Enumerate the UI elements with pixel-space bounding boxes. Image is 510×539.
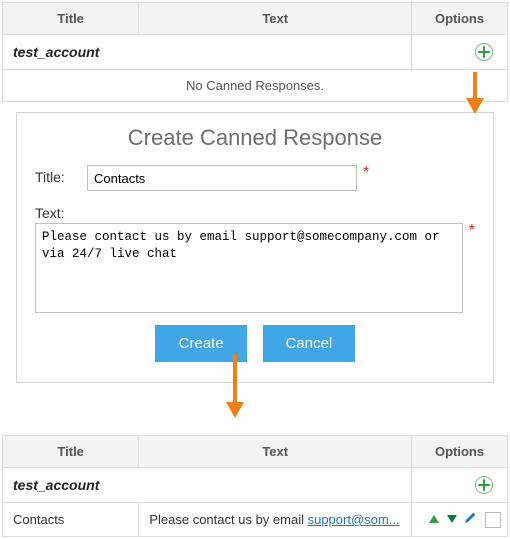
form-heading: Create Canned Response: [35, 125, 475, 151]
col-header-options: Options: [412, 3, 508, 35]
account-name: test_account: [3, 468, 412, 503]
empty-message: No Canned Responses.: [3, 70, 508, 102]
cancel-button[interactable]: Cancel: [263, 325, 355, 362]
move-up-button[interactable]: [428, 512, 440, 527]
move-down-button[interactable]: [446, 512, 458, 527]
select-checkbox[interactable]: [485, 512, 501, 528]
title-input[interactable]: [87, 165, 357, 191]
cell-text: Please contact us by email support@som..…: [139, 503, 412, 537]
col-header-options: Options: [412, 436, 508, 468]
plus-icon: [478, 479, 490, 491]
cell-title: Contacts: [3, 503, 139, 537]
plus-icon: [478, 46, 490, 58]
arrow-annotation-1: [462, 70, 488, 116]
responses-table-empty: Title Text Options test_account No Canne…: [2, 2, 508, 102]
text-textarea[interactable]: [35, 223, 463, 313]
col-header-text: Text: [139, 3, 412, 35]
responses-table-filled: Title Text Options test_account Contacts: [2, 435, 508, 537]
edit-button[interactable]: [463, 511, 477, 528]
required-marker: *: [363, 165, 369, 181]
caret-down-icon: [446, 514, 458, 524]
text-label: Text:: [35, 201, 87, 221]
col-header-title: Title: [3, 436, 139, 468]
add-response-button[interactable]: [475, 43, 493, 61]
add-response-button[interactable]: [475, 476, 493, 494]
title-label: Title:: [35, 165, 87, 185]
arrow-annotation-2: [222, 352, 248, 422]
col-header-title: Title: [3, 3, 139, 35]
pencil-icon: [463, 511, 477, 525]
required-marker: *: [469, 223, 475, 239]
account-name: test_account: [3, 35, 412, 70]
table-row: Contacts Please contact us by email supp…: [3, 503, 508, 537]
col-header-text: Text: [139, 436, 412, 468]
email-link[interactable]: support@som...: [308, 512, 400, 527]
caret-up-icon: [428, 514, 440, 524]
create-response-form: Create Canned Response Title: * Text: * …: [16, 112, 494, 383]
